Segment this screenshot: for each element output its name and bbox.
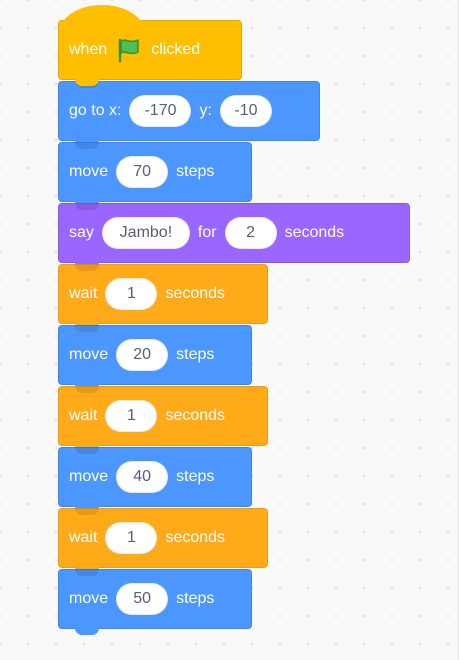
block-label: move — [69, 468, 109, 485]
block-label: wait — [69, 407, 98, 424]
block-label: y: — [199, 102, 212, 119]
hat-dome — [59, 5, 145, 41]
green-flag-icon — [115, 37, 143, 63]
block-label: move — [69, 163, 109, 180]
block-label: move — [69, 590, 109, 607]
block-label: wait — [69, 285, 98, 302]
say-for-seconds-block[interactable]: say Jambo! for 2 seconds — [58, 203, 410, 269]
go-to-xy-block[interactable]: go to x: -170 y: -10 — [58, 81, 320, 147]
hat-label-when: when — [69, 41, 108, 58]
move-steps-block[interactable]: move 70 steps — [58, 142, 252, 208]
block-label: wait — [69, 529, 98, 546]
wait-seconds-block[interactable]: wait 1 seconds — [58, 386, 268, 452]
wait-seconds-block[interactable]: wait 1 seconds — [58, 264, 268, 330]
move-steps-block[interactable]: move 20 steps — [58, 325, 252, 391]
x-value-input[interactable]: -170 — [129, 95, 192, 127]
move-steps-block[interactable]: move 40 steps — [58, 447, 252, 513]
hat-label-clicked: clicked — [151, 41, 201, 58]
block-label: go to x: — [69, 102, 122, 119]
script-area[interactable]: when clicked go to x: -170 y: -10 move 7… — [0, 0, 459, 660]
block-label: seconds — [165, 285, 226, 302]
seconds-value-input[interactable]: 1 — [105, 400, 158, 432]
y-value-input[interactable]: -10 — [219, 95, 272, 127]
wait-seconds-block[interactable]: wait 1 seconds — [58, 508, 268, 574]
when-flag-clicked-block[interactable]: when clicked — [58, 5, 242, 86]
seconds-value-input[interactable]: 2 — [224, 217, 277, 249]
block-label: for — [197, 224, 217, 241]
block-label: seconds — [165, 407, 226, 424]
seconds-value-input[interactable]: 1 — [105, 522, 158, 554]
block-label: steps — [176, 468, 215, 485]
move-steps-block[interactable]: move 50 steps — [58, 569, 252, 635]
steps-value-input[interactable]: 20 — [116, 339, 169, 371]
steps-value-input[interactable]: 70 — [116, 156, 169, 188]
script-stack[interactable]: when clicked go to x: -170 y: -10 move 7… — [58, 5, 410, 635]
block-label: seconds — [284, 224, 345, 241]
seconds-value-input[interactable]: 1 — [105, 278, 158, 310]
block-label: seconds — [165, 529, 226, 546]
message-input[interactable]: Jambo! — [101, 217, 190, 249]
steps-value-input[interactable]: 40 — [116, 461, 169, 493]
steps-value-input[interactable]: 50 — [116, 583, 169, 615]
block-label: say — [69, 224, 94, 241]
block-label: move — [69, 346, 109, 363]
block-label: steps — [176, 590, 215, 607]
block-label: steps — [176, 346, 215, 363]
block-label: steps — [176, 163, 215, 180]
